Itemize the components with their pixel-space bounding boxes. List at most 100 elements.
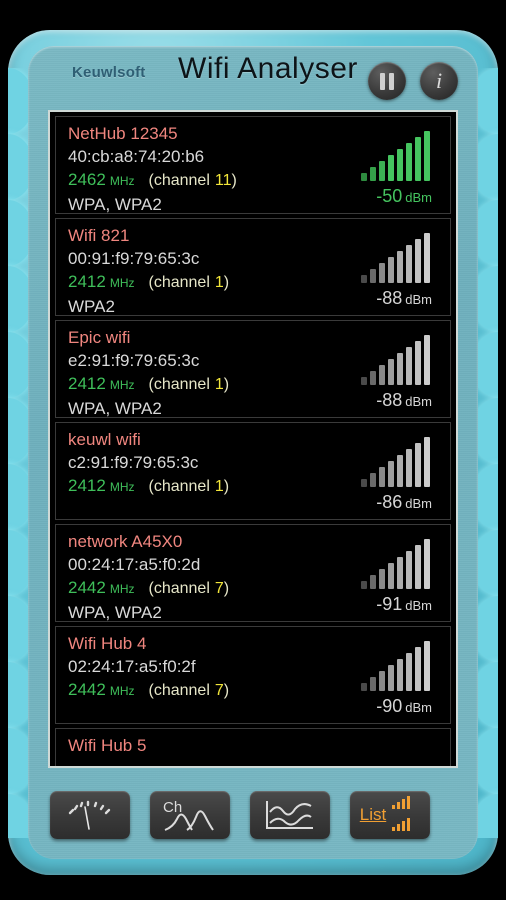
channel-prefix: (channel — [148, 274, 210, 291]
frequency-unit: MHz — [109, 378, 135, 392]
info-button[interactable]: i — [420, 62, 458, 100]
page-title: Wifi Analyser — [178, 52, 358, 85]
signal-meter-icon — [68, 800, 111, 830]
frequency-unit: MHz — [109, 276, 135, 290]
channel-suffix: ) — [223, 478, 230, 495]
network-channel: (channel 1) — [149, 274, 230, 291]
network-mac: 02:24:17:a5:f0:2f — [68, 657, 196, 676]
network-frequency-line: 2412 MHz (channel 1) — [68, 474, 229, 499]
signal-unit: dBm — [405, 292, 432, 307]
channel-suffix: ) — [223, 376, 230, 393]
network-info: keuwl wifi c2:91:f9:79:65:3c 2412 MHz (chann… — [68, 429, 229, 499]
network-list[interactable]: NetHub 12345 40:cb:a8:74:20:b6 2462 MHz (cha… — [48, 110, 458, 768]
signal-strength: -88 dBm — [344, 229, 436, 311]
network-frequency: 2442 — [68, 578, 106, 597]
brand-label: Keuwlsoft — [72, 64, 146, 81]
network-row[interactable]: Wifi Hub 5 — [55, 728, 451, 766]
signal-strength: -91 dBm — [344, 535, 436, 617]
network-mac: 40:cb:a8:74:20:b6 — [68, 147, 205, 166]
network-channel: (channel 11) — [149, 172, 237, 189]
network-info: Wifi 821 00:91:f9:79:65:3c 2412 MHz (channel… — [68, 225, 229, 318]
bottom-toolbar: Ch List — [28, 791, 478, 845]
channel-graph-button[interactable]: Ch — [150, 791, 230, 839]
network-frequency-line: 2412 MHz (channel 1) — [68, 270, 229, 295]
network-frequency: 2462 — [68, 170, 106, 189]
signal-unit: dBm — [405, 190, 432, 205]
channel-number: 1 — [214, 376, 224, 393]
network-ssid: NetHub 12345 — [68, 124, 178, 143]
network-frequency-line: 2412 MHz (channel 1) — [68, 372, 229, 397]
signal-dbm: -50 dBm — [376, 186, 432, 207]
channel-suffix: ) — [223, 682, 230, 699]
info-icon: i — [435, 68, 443, 93]
frequency-unit: MHz — [109, 480, 135, 494]
channel-prefix: (channel — [148, 682, 210, 699]
network-frequency-line: 2442 MHz (channel 7) — [68, 678, 229, 703]
network-frequency: 2412 — [68, 272, 106, 291]
signal-unit: dBm — [405, 496, 432, 511]
channel-number: 1 — [214, 274, 224, 291]
signal-bars-icon — [361, 435, 430, 487]
channel-prefix: (channel — [148, 580, 210, 597]
app-header: Keuwlsoft Wifi Analyser i — [28, 46, 478, 108]
channel-prefix: (channel — [148, 478, 210, 495]
network-ssid: Wifi Hub 5 — [68, 736, 147, 755]
frequency-unit: MHz — [109, 582, 135, 596]
network-channel: (channel 7) — [149, 580, 230, 597]
signal-meter-button[interactable] — [50, 791, 130, 839]
pause-button[interactable] — [368, 62, 406, 100]
network-row[interactable]: Wifi Hub 4 02:24:17:a5:f0:2f 2442 MHz (chann… — [55, 626, 451, 724]
list-button-label: List — [359, 805, 387, 824]
signal-value: -50 — [376, 186, 403, 206]
channel-suffix: ) — [231, 172, 237, 189]
signal-bars-icon — [361, 333, 430, 385]
network-row[interactable]: network A45X0 00:24:17:a5:f0:2d 2442 MHz (ch… — [55, 524, 451, 622]
device-bezel: Keuwlsoft Wifi Analyser i NetHub 12345 40… — [8, 30, 498, 875]
network-mac: e2:91:f9:79:65:3c — [68, 351, 200, 370]
device-face: Keuwlsoft Wifi Analyser i NetHub 12345 40… — [28, 46, 478, 859]
network-row[interactable]: keuwl wifi c2:91:f9:79:65:3c 2412 MHz (chann… — [55, 422, 451, 520]
channel-number: 1 — [214, 478, 224, 495]
app-screen: Keuwlsoft Wifi Analyser i NetHub 12345 40… — [0, 0, 506, 900]
pause-icon — [380, 72, 394, 90]
signal-dbm: -90 dBm — [376, 696, 432, 717]
signal-strength: -90 dBm — [344, 637, 436, 719]
network-ssid: Wifi Hub 4 — [68, 634, 147, 653]
time-graph-icon — [266, 801, 313, 829]
channel-number: 7 — [214, 580, 224, 597]
network-channel: (channel 7) — [149, 682, 230, 699]
channel-number: 11 — [214, 172, 232, 189]
network-mac: c2:91:f9:79:65:3c — [68, 453, 199, 472]
list-signal-icon — [392, 796, 411, 831]
network-frequency-line: 2462 MHz (channel 11) — [68, 168, 237, 193]
signal-bars-icon — [361, 231, 430, 283]
signal-strength: -88 dBm — [344, 331, 436, 413]
network-info: network A45X0 00:24:17:a5:f0:2d 2442 MHz (ch… — [68, 531, 229, 624]
network-row[interactable]: NetHub 12345 40:cb:a8:74:20:b6 2462 MHz (cha… — [55, 116, 451, 214]
signal-strength: -50 dBm — [344, 127, 436, 209]
network-channel: (channel 1) — [149, 478, 230, 495]
network-frequency: 2442 — [68, 680, 106, 699]
network-info: NetHub 12345 40:cb:a8:74:20:b6 2462 MHz (cha… — [68, 123, 237, 216]
channel-suffix: ) — [223, 274, 230, 291]
list-button[interactable]: List — [350, 791, 430, 839]
channel-prefix: (channel — [148, 172, 210, 189]
network-row[interactable]: Epic wifi e2:91:f9:79:65:3c 2412 MHz (channe… — [55, 320, 451, 418]
network-channel: (channel 1) — [149, 376, 230, 393]
network-frequency: 2412 — [68, 374, 106, 393]
signal-dbm: -88 dBm — [376, 390, 432, 411]
channel-suffix: ) — [223, 580, 230, 597]
time-graph-button[interactable] — [250, 791, 330, 839]
channel-number: 7 — [214, 682, 224, 699]
network-ssid: Wifi 821 — [68, 226, 130, 245]
frequency-unit: MHz — [109, 684, 135, 698]
network-row[interactable]: Wifi 821 00:91:f9:79:65:3c 2412 MHz (channel… — [55, 218, 451, 316]
signal-unit: dBm — [405, 598, 432, 613]
network-mac: 00:24:17:a5:f0:2d — [68, 555, 201, 574]
network-frequency: 2412 — [68, 476, 106, 495]
network-mac: 00:91:f9:79:65:3c — [68, 249, 200, 268]
network-info: Wifi Hub 4 02:24:17:a5:f0:2f 2442 MHz (chann… — [68, 633, 229, 703]
network-ssid: network A45X0 — [68, 532, 183, 551]
network-ssid: keuwl wifi — [68, 430, 141, 449]
signal-dbm: -86 dBm — [376, 492, 432, 513]
